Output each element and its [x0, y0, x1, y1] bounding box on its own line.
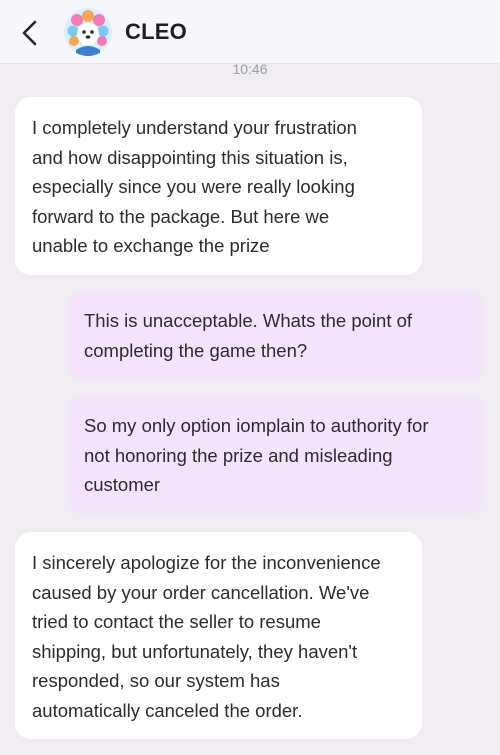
message-timestamp: 10:46 — [232, 61, 268, 77]
incoming-message[interactable]: I completely understand your frustration… — [15, 97, 422, 275]
chevron-left-icon — [22, 20, 37, 46]
contact-name: CLEO — [125, 19, 187, 44]
incoming-message[interactable]: I sincerely apologize for the inconvenie… — [15, 532, 422, 739]
outgoing-message[interactable]: So my only option iomplain to authority … — [68, 396, 484, 515]
back-button[interactable] — [16, 18, 46, 48]
chat-header: CLEO — [0, 0, 500, 64]
cartoon-avatar-icon — [64, 8, 112, 56]
avatar[interactable] — [64, 8, 112, 56]
outgoing-message[interactable]: This is unacceptable. Whats the point of… — [68, 291, 484, 380]
